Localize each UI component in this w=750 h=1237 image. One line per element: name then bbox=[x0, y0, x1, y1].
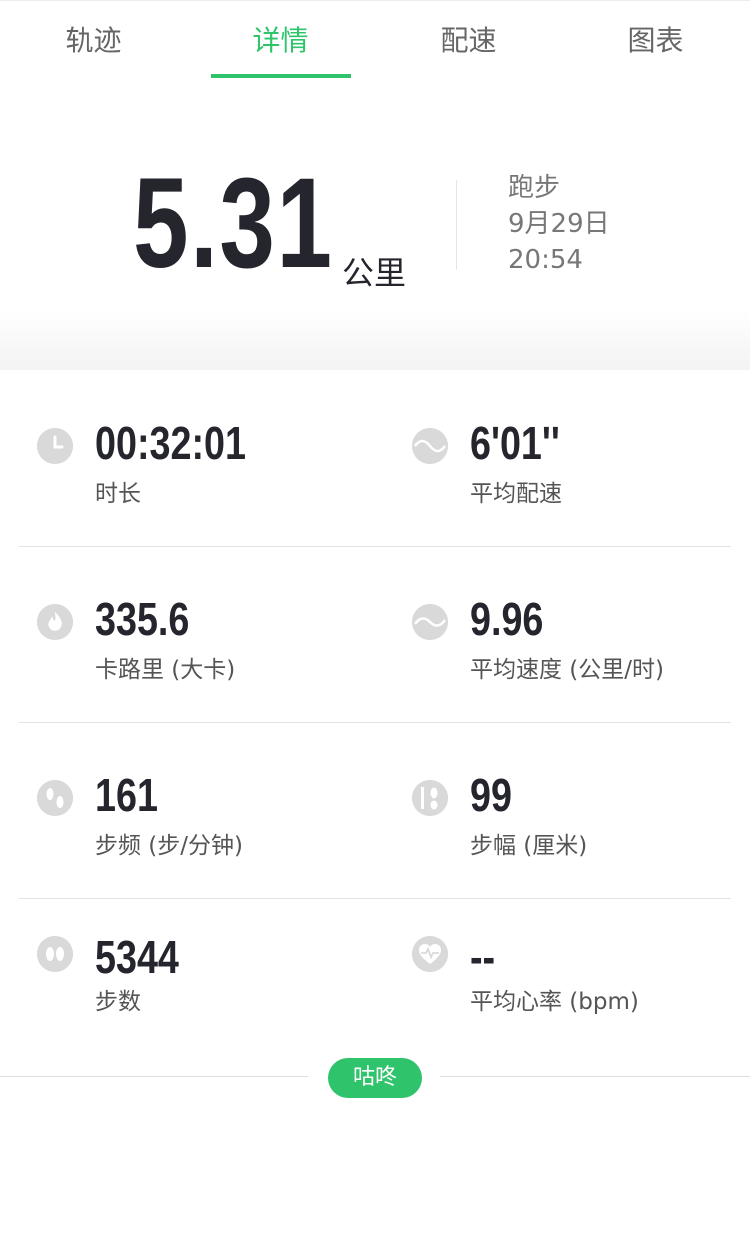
stat-label: 平均速度 (公里/时) bbox=[470, 657, 665, 683]
stat-value: 335.6 bbox=[95, 593, 190, 645]
footer-divider-left bbox=[0, 1076, 308, 1077]
active-tab-indicator bbox=[211, 74, 351, 78]
stat-label: 平均配速 bbox=[470, 481, 562, 507]
tab-details[interactable]: 详情 bbox=[187, 1, 374, 81]
tab-track[interactable]: 轨迹 bbox=[0, 1, 187, 81]
stats-row: 161 步频 (步/分钟) 99 步幅 (厘米) bbox=[0, 722, 750, 898]
stat-value: 161 bbox=[95, 769, 158, 821]
stat-duration: 00:32:01 时长 bbox=[0, 370, 375, 546]
cadence-feet-icon bbox=[37, 780, 73, 816]
stat-label: 平均心率 (bpm) bbox=[470, 989, 639, 1015]
heart-rate-icon bbox=[412, 936, 448, 972]
stats-row: 5344 步数 -- 平均心率 (bpm) bbox=[0, 898, 750, 1074]
activity-date: 9月29日 bbox=[508, 209, 610, 239]
stat-heart-rate: -- 平均心率 (bpm) bbox=[375, 898, 750, 1074]
stat-steps: 5344 步数 bbox=[0, 898, 375, 1074]
stat-value: 6'01'' bbox=[470, 417, 560, 469]
tab-pace[interactable]: 配速 bbox=[375, 1, 562, 81]
hero-divider bbox=[456, 180, 457, 270]
stat-stride: 99 步幅 (厘米) bbox=[375, 722, 750, 898]
brand-badge: 咕咚 bbox=[328, 1058, 422, 1098]
footsteps-icon bbox=[37, 936, 73, 972]
stat-value: -- bbox=[470, 931, 496, 983]
stats-row: 00:32:01 时长 6'01'' 平均配速 bbox=[0, 370, 750, 546]
distance-unit: 公里 bbox=[342, 254, 407, 292]
stat-avg-speed: 9.96 平均速度 (公里/时) bbox=[375, 546, 750, 722]
stride-ruler-icon bbox=[412, 780, 448, 816]
tab-bar: 轨迹 详情 配速 图表 bbox=[0, 0, 750, 81]
pace-wave-icon bbox=[412, 428, 448, 464]
activity-meta: 跑步 9月29日 20:54 bbox=[508, 170, 610, 278]
activity-type: 跑步 bbox=[508, 173, 561, 203]
stat-label: 步幅 (厘米) bbox=[470, 833, 588, 859]
stat-label: 步频 (步/分钟) bbox=[95, 833, 244, 859]
stat-calories: 335.6 卡路里 (大卡) bbox=[0, 546, 375, 722]
clock-icon bbox=[37, 428, 73, 464]
activity-time: 20:54 bbox=[508, 245, 583, 275]
stat-label: 卡路里 (大卡) bbox=[95, 657, 236, 683]
stat-value: 99 bbox=[470, 769, 512, 821]
speed-wave-icon bbox=[412, 604, 448, 640]
stat-label: 步数 bbox=[95, 989, 141, 1015]
stats-row: 335.6 卡路里 (大卡) 9.96 平均速度 (公里/时) bbox=[0, 546, 750, 722]
tab-charts[interactable]: 图表 bbox=[562, 1, 749, 81]
distance-value: 5.31 bbox=[133, 152, 334, 295]
stat-label: 时长 bbox=[95, 481, 141, 507]
footer-divider-right bbox=[440, 1076, 750, 1077]
stat-value: 9.96 bbox=[470, 593, 544, 645]
stat-value: 00:32:01 bbox=[95, 417, 246, 469]
stat-avg-pace: 6'01'' 平均配速 bbox=[375, 370, 750, 546]
stat-value: 5344 bbox=[95, 931, 179, 983]
flame-icon bbox=[37, 604, 73, 640]
stat-cadence: 161 步频 (步/分钟) bbox=[0, 722, 375, 898]
hero-shade bbox=[0, 310, 750, 370]
